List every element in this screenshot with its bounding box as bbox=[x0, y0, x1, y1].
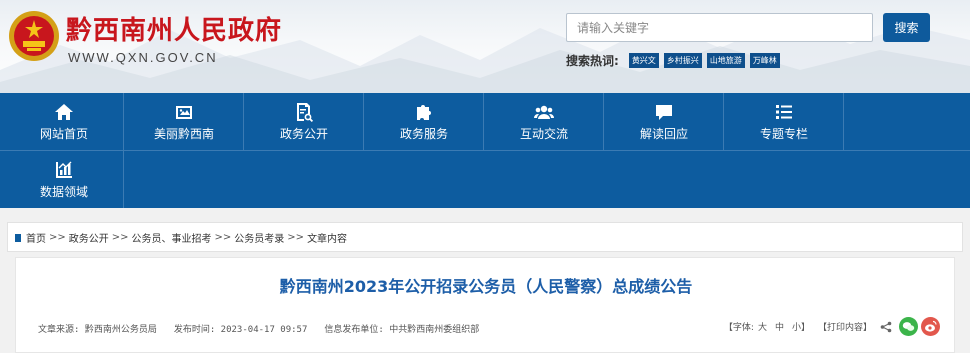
breadcrumb-bar: 首页 >> 政务公开 >> 公务员、事业招考 >> 公务员考录 >> 文章内容 bbox=[7, 222, 963, 252]
hot-search: 搜索热词: 黄兴文 乡村振兴 山地旅游 万峰林 bbox=[566, 52, 785, 68]
hot-search-tag[interactable]: 山地旅游 bbox=[706, 52, 745, 68]
people-icon bbox=[534, 105, 554, 119]
article-source: 文章来源: 黔西南州公务员局 bbox=[38, 325, 157, 335]
nav-item-home[interactable]: 网站首页 bbox=[5, 93, 124, 150]
article-panel: 黔西南州2023年公开招录公务员（人民警察）总成绩公告 文章来源: 黔西南州公务… bbox=[15, 257, 955, 353]
main-nav: 网站首页 美丽黔西南 政务公开 政务服务 互动交流 解读回应 专题专栏 数据领域 bbox=[0, 93, 970, 208]
print-link[interactable]: 【打印内容】 bbox=[818, 320, 872, 333]
article-meta: 文章来源: 黔西南州公务员局 发布时间: 2023-04-17 09:57 信息… bbox=[38, 322, 496, 335]
document-search-icon bbox=[297, 102, 314, 122]
nav-item-interpretation[interactable]: 解读回应 bbox=[605, 93, 724, 150]
search-button[interactable]: 搜索 bbox=[883, 13, 930, 42]
location-marker-icon bbox=[15, 233, 21, 242]
breadcrumb-link-exams[interactable]: 公务员、事业招考 bbox=[132, 230, 212, 245]
font-size-medium[interactable]: 中 bbox=[775, 320, 784, 333]
nav-item-label: 政务服务 bbox=[399, 126, 448, 141]
site-url: WWW.QXN.GOV.CN bbox=[68, 50, 218, 65]
article-title: 黔西南州2023年公开招录公务员（人民警察）总成绩公告 bbox=[279, 277, 693, 296]
nav-item-label: 美丽黔西南 bbox=[153, 126, 214, 141]
chat-icon bbox=[656, 104, 672, 120]
hot-search-label: 搜索热词: bbox=[566, 53, 619, 68]
article-publisher: 信息发布单位: 中共黔西南州委组织部 bbox=[324, 325, 480, 335]
breadcrumb-link-home[interactable]: 首页 bbox=[26, 230, 46, 245]
font-size-small[interactable]: 小】 bbox=[792, 320, 810, 333]
breadcrumb-separator: >> bbox=[49, 232, 66, 243]
weibo-share-button[interactable] bbox=[921, 317, 940, 336]
breadcrumb-link-gov-open[interactable]: 政务公开 bbox=[69, 230, 109, 245]
breadcrumb-separator: >> bbox=[214, 232, 232, 243]
breadcrumb-separator: >> bbox=[287, 232, 305, 243]
hot-search-tag[interactable]: 乡村振兴 bbox=[663, 52, 702, 68]
nav-item-interaction[interactable]: 互动交流 bbox=[485, 93, 604, 150]
nav-item-gov-open[interactable]: 政务公开 bbox=[245, 93, 364, 150]
search-input[interactable] bbox=[566, 13, 873, 42]
chart-icon bbox=[56, 161, 72, 178]
site-header: 黔西南州人民政府 WWW.QXN.GOV.CN 搜索 搜索热词: 黄兴文 乡村振… bbox=[0, 0, 970, 93]
article-tools: 【字体: 大 中 小】 【打印内容】 bbox=[724, 317, 940, 336]
list-icon bbox=[776, 104, 792, 119]
puzzle-icon bbox=[417, 104, 431, 120]
nav-item-beautiful-qxn[interactable]: 美丽黔西南 bbox=[125, 93, 244, 150]
breadcrumb-separator: >> bbox=[111, 232, 129, 243]
font-size-label: 【字体: bbox=[723, 323, 754, 333]
site-title[interactable]: 黔西南州人民政府 bbox=[66, 10, 282, 47]
nav-item-label: 网站首页 bbox=[39, 126, 88, 141]
font-size-large[interactable]: 大 bbox=[758, 320, 767, 333]
share-icon[interactable] bbox=[880, 321, 892, 333]
nav-item-label: 解读回应 bbox=[639, 126, 688, 141]
nav-item-gov-service[interactable]: 政务服务 bbox=[365, 93, 484, 150]
nav-item-label: 互动交流 bbox=[519, 126, 568, 141]
breadcrumb-link-civil-service[interactable]: 公务员考录 bbox=[234, 230, 284, 245]
article-publish-time: 发布时间: 2023-04-17 09:57 bbox=[173, 325, 308, 335]
nav-item-label: 政务公开 bbox=[279, 126, 328, 141]
home-icon bbox=[55, 103, 73, 120]
hot-search-tag[interactable]: 万峰林 bbox=[749, 52, 780, 68]
image-card-icon bbox=[176, 105, 192, 119]
weibo-icon bbox=[925, 320, 937, 332]
breadcrumb-current: 文章内容 bbox=[307, 234, 348, 245]
nav-item-label: 专题专栏 bbox=[759, 126, 808, 141]
nav-divider bbox=[0, 150, 970, 151]
nav-item-label: 数据领域 bbox=[39, 184, 88, 199]
breadcrumb: 首页 >> 政务公开 >> 公务员、事业招考 >> 公务员考录 >> 文章内容 bbox=[15, 229, 347, 246]
wechat-icon bbox=[902, 322, 915, 331]
wechat-share-button[interactable] bbox=[899, 317, 918, 336]
national-emblem-icon bbox=[9, 11, 59, 61]
nav-item-data-domain[interactable]: 数据领域 bbox=[5, 151, 124, 208]
nav-item-special-topics[interactable]: 专题专栏 bbox=[725, 93, 844, 150]
hot-search-tag[interactable]: 黄兴文 bbox=[628, 52, 659, 68]
